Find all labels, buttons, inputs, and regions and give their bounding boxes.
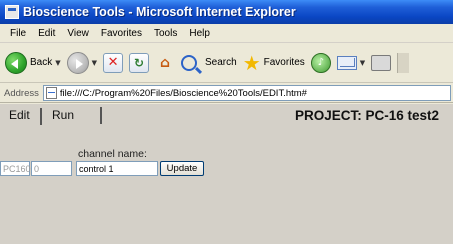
refresh-icon: ↻ bbox=[129, 52, 150, 73]
toolbar-overflow bbox=[397, 52, 410, 73]
toolbar-edge-icon bbox=[397, 52, 410, 73]
back-arrow-icon bbox=[5, 51, 27, 74]
window-title: Bioscience Tools - Microsoft Internet Ex… bbox=[23, 5, 296, 19]
channel-name-input[interactable]: control 1 bbox=[76, 161, 158, 176]
print-button[interactable] bbox=[371, 54, 392, 71]
favorites-button[interactable]: ★ Favorites bbox=[243, 53, 305, 73]
menu-help[interactable]: Help bbox=[183, 28, 216, 39]
search-icon bbox=[181, 54, 198, 71]
stop-button[interactable]: ✕ bbox=[103, 52, 124, 73]
media-button[interactable]: ♪ bbox=[310, 52, 331, 73]
tab-run[interactable]: Run bbox=[40, 108, 74, 125]
update-button[interactable]: Update bbox=[160, 161, 204, 176]
back-dropdown-icon[interactable]: ▼ bbox=[55, 59, 60, 67]
favorites-label: Favorites bbox=[263, 57, 305, 68]
mail-button[interactable]: ▼ bbox=[336, 55, 365, 70]
back-button[interactable]: Back ▼ bbox=[5, 51, 61, 74]
search-button[interactable]: Search bbox=[181, 54, 237, 71]
page-icon bbox=[45, 87, 57, 99]
title-bar: Bioscience Tools - Microsoft Internet Ex… bbox=[0, 0, 453, 24]
address-label: Address bbox=[4, 87, 39, 99]
tab-edit[interactable]: Edit bbox=[9, 108, 30, 122]
back-label: Back bbox=[30, 57, 53, 68]
address-input[interactable]: file:///C:/Program%20Files/Bioscience%20… bbox=[42, 85, 451, 101]
mail-dropdown-icon[interactable]: ▼ bbox=[360, 59, 365, 67]
standard-toolbar: Back ▼ ▼ ✕ ↻ ⌂ Search ★ Favorites ♪ ▼ bbox=[0, 43, 453, 83]
page-content: Edit Run PROJECT: PC-16 test2 channel na… bbox=[0, 104, 453, 244]
home-icon: ⌂ bbox=[160, 54, 171, 71]
project-title: PROJECT: PC-16 test2 bbox=[294, 108, 439, 123]
device-id-field: PC160 bbox=[0, 161, 31, 176]
address-bar: Address file:///C:/Program%20Files/Biosc… bbox=[0, 84, 453, 103]
channel-name-label: channel name: bbox=[78, 148, 147, 160]
star-icon: ★ bbox=[242, 50, 261, 75]
menu-edit[interactable]: Edit bbox=[32, 28, 61, 39]
menu-file[interactable]: File bbox=[4, 28, 32, 39]
refresh-button[interactable]: ↻ bbox=[129, 52, 150, 73]
menu-bar: File Edit View Favorites Tools Help bbox=[0, 24, 453, 43]
channel-index-field: 0 bbox=[31, 161, 72, 176]
forward-dropdown-icon[interactable]: ▼ bbox=[92, 59, 97, 67]
forward-arrow-icon bbox=[66, 51, 89, 74]
menu-favorites[interactable]: Favorites bbox=[95, 28, 148, 39]
stop-icon: ✕ bbox=[103, 52, 124, 73]
forward-button[interactable]: ▼ bbox=[66, 51, 97, 74]
menu-tools[interactable]: Tools bbox=[148, 28, 183, 39]
menu-view[interactable]: View bbox=[61, 28, 95, 39]
tab-divider bbox=[100, 107, 102, 124]
media-icon: ♪ bbox=[310, 52, 331, 73]
tab-row: Edit Run PROJECT: PC-16 test2 bbox=[0, 104, 453, 128]
printer-icon bbox=[371, 54, 392, 71]
home-button[interactable]: ⌂ bbox=[155, 53, 175, 73]
mail-icon bbox=[336, 55, 357, 70]
search-label: Search bbox=[205, 57, 237, 68]
ie-window-icon bbox=[5, 5, 19, 19]
address-url[interactable]: file:///C:/Program%20Files/Bioscience%20… bbox=[60, 88, 307, 99]
browser-window: Bioscience Tools - Microsoft Internet Ex… bbox=[0, 0, 453, 244]
